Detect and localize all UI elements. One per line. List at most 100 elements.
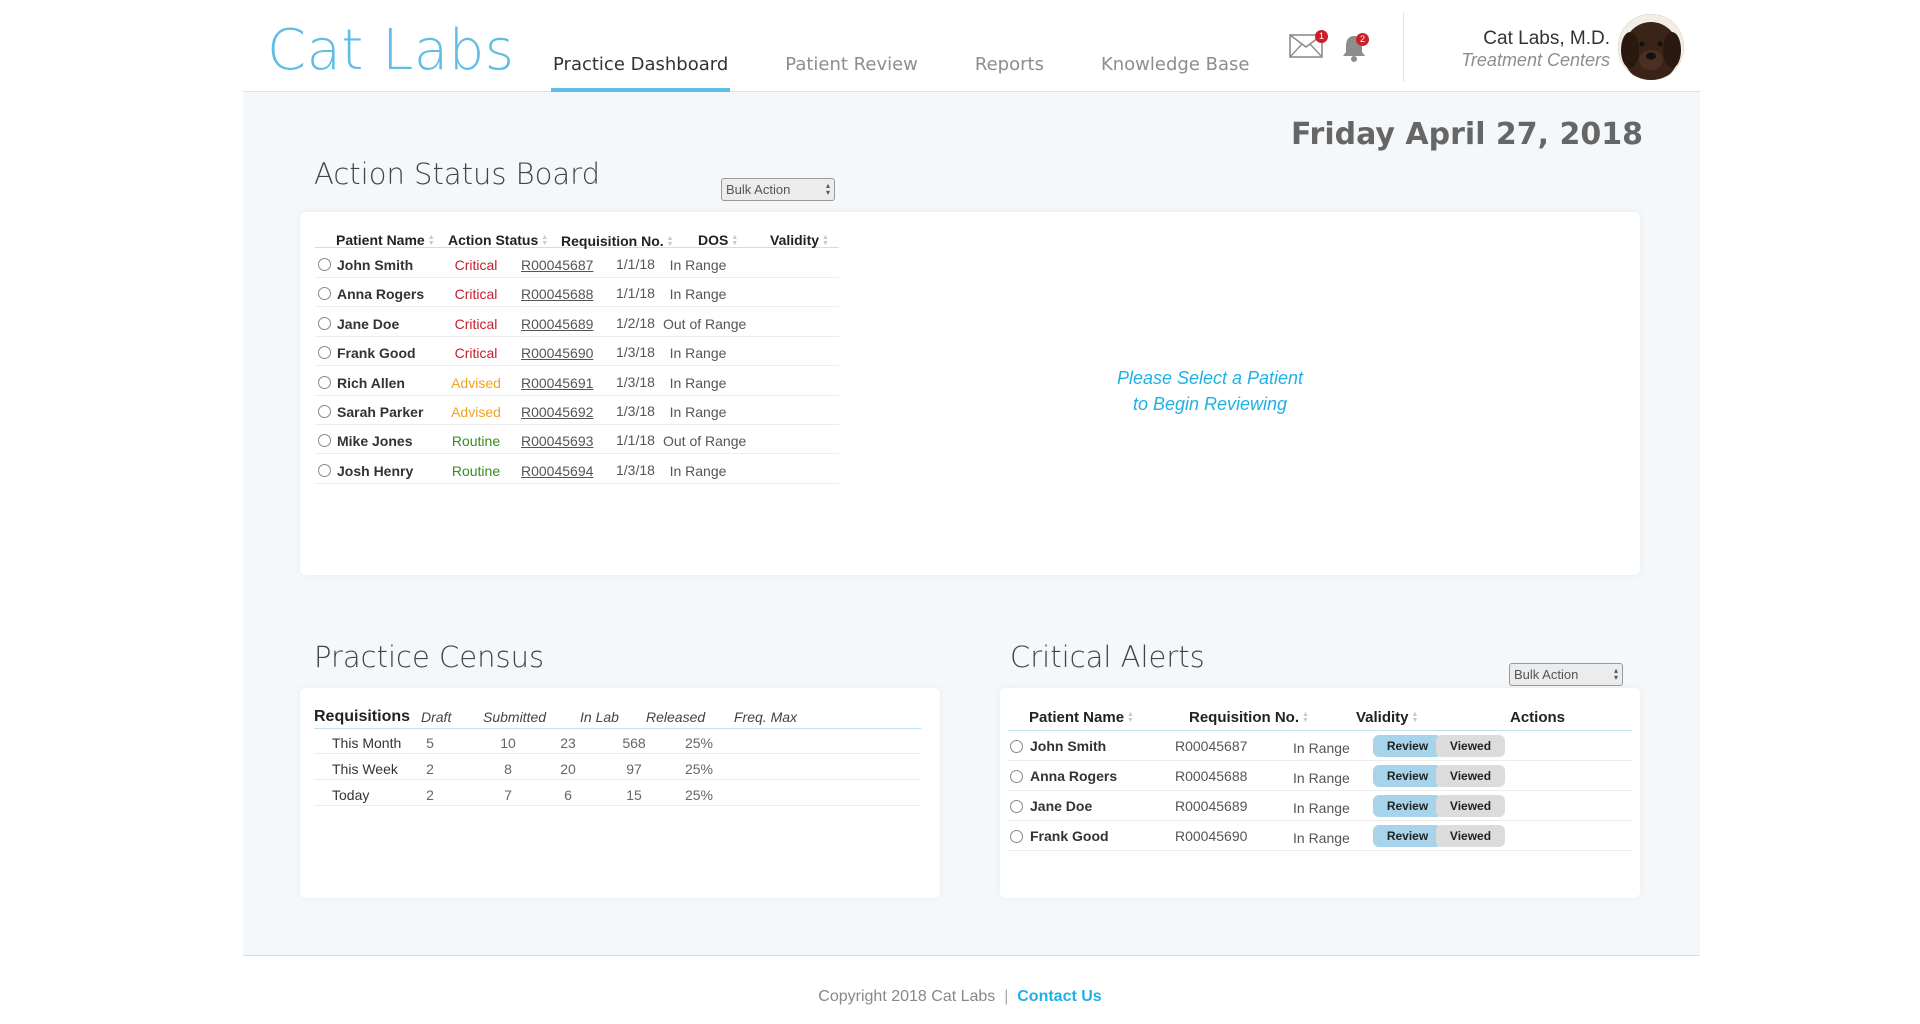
table-row[interactable]: John Smith Critical R00045687 1/1/18 In Rang… bbox=[315, 249, 839, 278]
row-select-radio[interactable] bbox=[318, 287, 331, 301]
table-header-row: Patient Name ▲ ▼ Action Status ▲ ▼ Requisiti… bbox=[315, 220, 839, 249]
census-value: 15 bbox=[626, 787, 642, 803]
alert-row[interactable]: Anna Rogers R00045688 In Range Review Viewed bbox=[1008, 761, 1632, 791]
requisition-link[interactable]: R00045692 bbox=[521, 404, 593, 420]
alerts-col-requisition-no[interactable]: Requisition No. ▲ ▼ bbox=[1189, 709, 1309, 726]
viewed-button[interactable]: Viewed bbox=[1436, 795, 1505, 817]
placeholder-line-1: Please Select a Patient bbox=[1116, 368, 1304, 388]
user-name: Cat Labs, M.D. bbox=[1483, 28, 1610, 49]
review-button[interactable]: Review bbox=[1373, 735, 1442, 757]
requisition-no: R00045690 bbox=[1175, 828, 1248, 844]
dos: 1/1/18 bbox=[616, 432, 655, 449]
row-select-radio[interactable] bbox=[1010, 830, 1023, 843]
census-value: 10 bbox=[500, 735, 516, 751]
placeholder-line-2: to Begin Reviewing bbox=[1132, 394, 1288, 414]
row-select-radio[interactable] bbox=[318, 375, 331, 389]
requisition-link[interactable]: R00045691 bbox=[521, 375, 593, 391]
bulk-action-label: Bulk Action bbox=[1514, 667, 1579, 682]
alerts-header-row: Patient Name ▲ ▼ Requisition No. ▲ ▼ Validit… bbox=[1008, 688, 1632, 731]
validity: In Range bbox=[669, 345, 727, 362]
requisition-link[interactable]: R00045689 bbox=[521, 316, 593, 332]
nav-knowledge-base[interactable]: Knowledge Base bbox=[1101, 54, 1250, 92]
current-date: Friday April 27, 2018 bbox=[1290, 117, 1643, 152]
table-row[interactable]: Jane Doe Critical R00045689 1/2/18 Out of Ra… bbox=[315, 308, 839, 337]
viewed-button[interactable]: Viewed bbox=[1436, 765, 1505, 787]
dog-avatar-icon bbox=[1618, 14, 1684, 80]
table-row[interactable]: Sarah Parker Advised R00045692 1/3/18 In Ran… bbox=[315, 396, 839, 425]
review-button[interactable]: Review bbox=[1373, 765, 1442, 787]
row-select-radio[interactable] bbox=[318, 316, 331, 330]
alert-row[interactable]: Frank Good R00045690 In Range Review Viewed bbox=[1008, 821, 1632, 851]
census-title: Practice Census bbox=[314, 640, 545, 674]
patient-name: Josh Henry bbox=[337, 462, 414, 479]
table-row[interactable]: Rich Allen Advised R00045691 1/3/18 In Range bbox=[315, 367, 839, 396]
col-validity[interactable]: Validity ▲ ▼ bbox=[770, 232, 829, 248]
sort-icon: ▲ ▼ bbox=[1411, 711, 1419, 725]
row-select-radio[interactable] bbox=[1010, 740, 1023, 753]
action-status: Critical bbox=[454, 315, 498, 332]
app-logo[interactable]: Cat Labs bbox=[267, 18, 514, 83]
sort-icon: ▲ ▼ bbox=[1302, 711, 1309, 725]
requisition-no: R00045689 bbox=[1175, 798, 1248, 814]
alerts-bulk-action-select[interactable]: Bulk Action ▴ ▾ bbox=[1509, 663, 1623, 686]
requisition-link[interactable]: R00045694 bbox=[521, 463, 593, 479]
census-row-label: Today bbox=[332, 787, 370, 803]
alerts-col-actions: Actions bbox=[1510, 709, 1566, 726]
alerts-col-patient-name[interactable]: Patient Name ▲ ▼ bbox=[1029, 709, 1134, 726]
row-select-radio[interactable] bbox=[1010, 800, 1023, 813]
alert-row[interactable]: John Smith R00045687 In Range Review Viewed bbox=[1008, 731, 1632, 761]
viewed-button[interactable]: Viewed bbox=[1436, 825, 1505, 847]
col-label: Patient Name bbox=[1029, 709, 1125, 726]
action-board-card: Patient Name ▲ ▼ Action Status ▲ ▼ Requisiti… bbox=[300, 212, 1640, 575]
requisition-link[interactable]: R00045687 bbox=[521, 257, 593, 273]
census-value: 5 bbox=[426, 735, 434, 751]
viewed-button[interactable]: Viewed bbox=[1436, 735, 1505, 757]
validity: In Range bbox=[1293, 770, 1350, 786]
footer: Copyright 2018 Cat Labs | Contact Us bbox=[0, 988, 1920, 1006]
table-row[interactable]: Josh Henry Routine R00045694 1/3/18 In Range bbox=[315, 455, 839, 484]
mail-button[interactable]: 1 bbox=[1289, 30, 1328, 63]
row-select-radio[interactable] bbox=[318, 346, 331, 360]
row-select-radio[interactable] bbox=[318, 463, 331, 477]
nav-practice-dashboard[interactable]: Practice Dashboard bbox=[550, 54, 731, 92]
row-select-radio[interactable] bbox=[318, 405, 331, 418]
notifications-button[interactable]: 2 bbox=[1341, 33, 1369, 68]
col-label: Validity bbox=[1356, 709, 1409, 726]
nav-patient-review[interactable]: Patient Review bbox=[785, 54, 918, 92]
alerts-col-validity[interactable]: Validity ▲ ▼ bbox=[1356, 709, 1418, 726]
patient-name: Frank Good bbox=[1030, 828, 1109, 844]
row-select-radio[interactable] bbox=[318, 258, 331, 271]
validity: In Range bbox=[669, 404, 727, 420]
row-select-radio[interactable] bbox=[1010, 770, 1023, 783]
census-col-submitted: Submitted bbox=[483, 709, 547, 725]
col-patient-name[interactable]: Patient Name ▲ ▼ bbox=[336, 232, 435, 248]
col-dos[interactable]: DOS ▲ ▼ bbox=[698, 232, 738, 248]
nav-reports[interactable]: Reports bbox=[975, 54, 1044, 92]
select-patient-placeholder: Please Select a Patient to Begin Reviewi… bbox=[1065, 365, 1355, 417]
action-board-bulk-action-select[interactable]: Bulk Action ▴ ▾ bbox=[721, 178, 835, 201]
bulk-action-label: Bulk Action bbox=[726, 182, 791, 197]
requisition-link[interactable]: R00045690 bbox=[521, 345, 593, 361]
row-select-radio[interactable] bbox=[318, 434, 331, 448]
col-requisition-no[interactable]: Requisition No. ▲ ▼ bbox=[561, 233, 674, 249]
user-avatar[interactable] bbox=[1618, 14, 1684, 80]
census-row-header: Requisitions bbox=[314, 708, 411, 725]
requisition-link[interactable]: R00045688 bbox=[521, 286, 593, 302]
contact-us-link[interactable]: Contact Us bbox=[1017, 988, 1101, 1005]
patient-name: Rich Allen bbox=[337, 374, 405, 391]
requisition-link[interactable]: R00045693 bbox=[521, 433, 593, 449]
census-value: 23 bbox=[560, 735, 576, 751]
census-value: 8 bbox=[504, 761, 512, 777]
review-button[interactable]: Review bbox=[1373, 795, 1442, 817]
table-row[interactable]: Anna Rogers Critical R00045688 1/1/18 In Ran… bbox=[315, 278, 839, 308]
col-action-status[interactable]: Action Status ▲ ▼ bbox=[448, 232, 548, 248]
alert-row[interactable]: Jane Doe R00045689 In Range Review Viewed bbox=[1008, 791, 1632, 821]
footer-separator: | bbox=[1004, 988, 1009, 1005]
patient-name: Frank Good bbox=[337, 345, 416, 362]
review-button[interactable]: Review bbox=[1373, 825, 1442, 847]
validity: In Range bbox=[669, 286, 727, 303]
action-status: Routine bbox=[451, 462, 501, 479]
validity: In Range bbox=[669, 462, 727, 479]
table-row[interactable]: Mike Jones Routine R00045693 1/1/18 Out of R… bbox=[315, 425, 839, 455]
table-row[interactable]: Frank Good Critical R00045690 1/3/18 In Rang… bbox=[315, 337, 839, 367]
